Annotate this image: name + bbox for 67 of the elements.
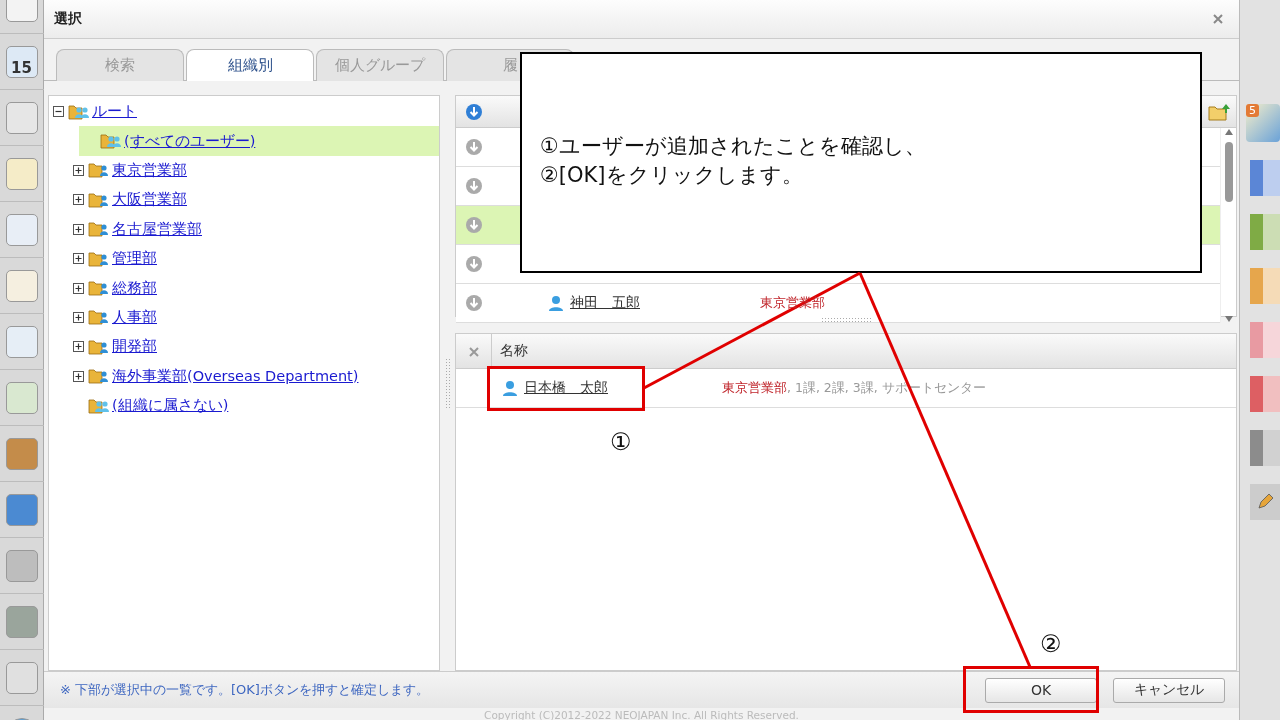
tree-link[interactable]: 総務部	[112, 278, 157, 298]
callout-text: ①ユーザーが追加されたことを確認し、	[540, 133, 926, 160]
step-marker: ①	[610, 428, 632, 456]
tree-link[interactable]: 人事部	[112, 307, 157, 327]
tree-link[interactable]: (組織に属さない)	[112, 396, 229, 416]
tree-link[interactable]: 海外事業部(Overseas Department)	[112, 366, 359, 386]
expand-toggle[interactable]	[73, 341, 84, 353]
user-link[interactable]: 日本橋 太郎	[524, 379, 722, 397]
tree-link[interactable]: 開発部	[112, 337, 157, 357]
plus-icon	[74, 224, 83, 234]
folder-people-icon	[100, 133, 124, 150]
tree-link[interactable]: 大阪営業部	[112, 190, 187, 210]
color-tab[interactable]	[1250, 430, 1280, 466]
color-tab[interactable]	[1250, 268, 1280, 304]
tree-link[interactable]: (すべてのユーザー)	[124, 131, 256, 151]
cancel-button[interactable]: キャンセル	[1113, 677, 1225, 703]
folder-up-icon[interactable]	[1208, 102, 1232, 121]
scroll-down-arrow-icon[interactable]	[1223, 315, 1234, 323]
ok-button[interactable]: OK	[985, 677, 1097, 703]
color-tab[interactable]	[1250, 376, 1280, 412]
down-arrow-icon	[466, 217, 482, 233]
person-icon	[548, 295, 564, 311]
expand-toggle[interactable]	[73, 282, 84, 294]
user-link[interactable]: 神田 五郎	[570, 294, 760, 312]
color-tab[interactable]	[1250, 322, 1280, 358]
plus-icon	[74, 195, 83, 205]
plus-icon	[74, 371, 83, 381]
plus-icon	[74, 165, 83, 175]
tab[interactable]: 組織別	[186, 49, 314, 81]
callout-text: ②[OK]をクリックします。	[540, 162, 803, 189]
expand-toggle[interactable]	[73, 223, 84, 235]
collapse-toggle[interactable]	[53, 106, 64, 118]
down-arrow-icon	[466, 103, 482, 120]
pencil-icon[interactable]	[1250, 484, 1280, 520]
tree-link[interactable]: ルート	[92, 102, 137, 122]
tree-link[interactable]: 名古屋営業部	[112, 219, 202, 239]
scrollbar[interactable]	[1220, 128, 1236, 323]
calendar-icon[interactable]: 15	[5, 45, 38, 78]
plus-icon	[74, 312, 83, 322]
expand-toggle[interactable]	[73, 194, 84, 206]
tree-link[interactable]: 東京営業部	[112, 160, 187, 180]
down-arrow-icon	[466, 256, 482, 272]
scroll-up-arrow-icon[interactable]	[1223, 128, 1234, 136]
folder-people-icon	[88, 397, 112, 414]
expand-toggle[interactable]	[73, 311, 84, 323]
count-badge: 5	[1246, 104, 1259, 117]
plus-icon	[74, 342, 83, 352]
color-tab[interactable]	[1250, 160, 1280, 196]
plus-icon	[74, 283, 83, 293]
expand-toggle[interactable]	[73, 164, 84, 176]
down-arrow-icon	[466, 139, 482, 155]
tree-link[interactable]: 管理部	[112, 249, 157, 269]
scrollbar-thumb[interactable]	[1224, 142, 1233, 202]
down-arrow-icon	[466, 295, 482, 311]
step-marker: ②	[1040, 630, 1062, 658]
plus-icon	[74, 254, 83, 264]
dialog-title: 選択	[54, 10, 82, 28]
close-icon	[468, 346, 479, 357]
color-tab[interactable]	[1250, 214, 1280, 250]
person-icon	[502, 380, 518, 396]
department-label: 東京営業部	[722, 379, 787, 397]
expand-toggle[interactable]	[73, 370, 84, 382]
down-arrow-icon	[466, 178, 482, 194]
column-header: 名称	[499, 342, 528, 360]
folder-people-icon	[68, 103, 92, 120]
expand-toggle[interactable]	[73, 253, 84, 265]
footer-note: ※ 下部が選択中の一覧です。[OK]ボタンを押すと確定します。	[60, 681, 429, 699]
